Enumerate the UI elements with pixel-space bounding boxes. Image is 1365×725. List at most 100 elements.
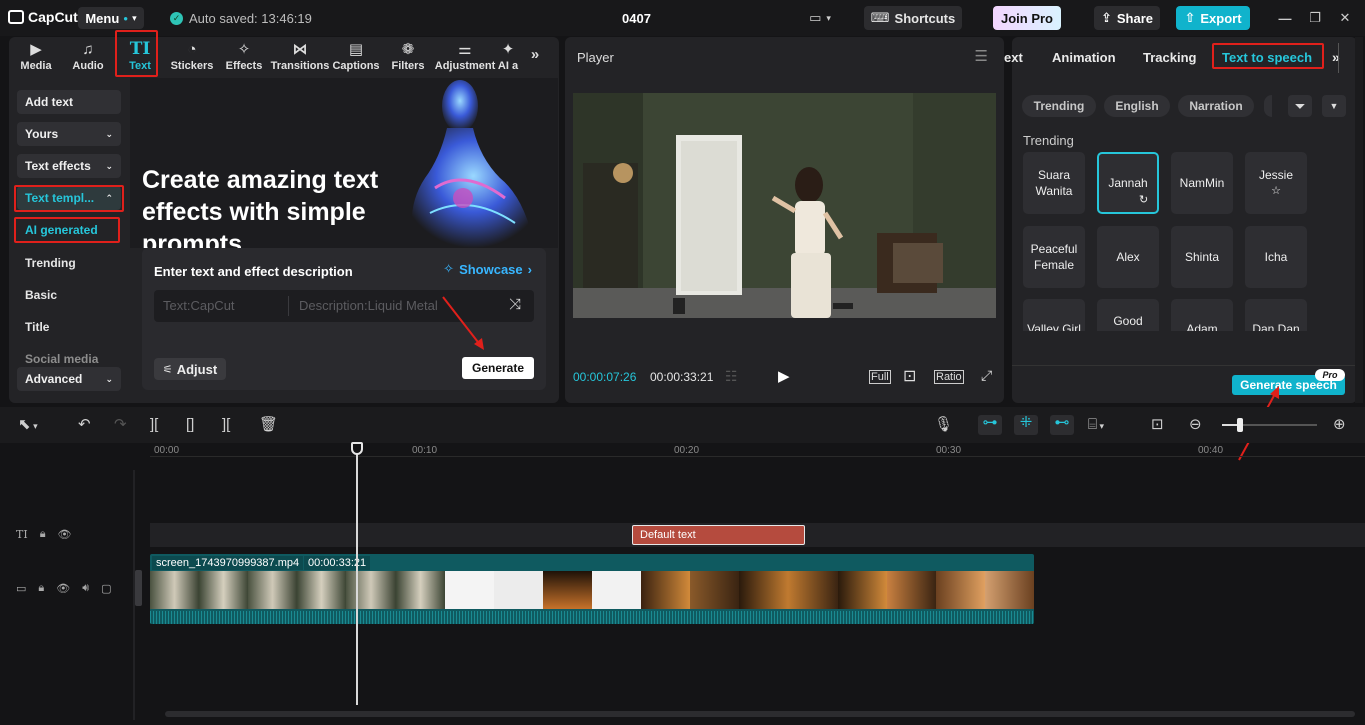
filter-chip-english[interactable]: English (1104, 95, 1170, 117)
capcut-logo: CapCut (8, 9, 78, 25)
preview-axis-icon[interactable]: ⌸ ▾ (1088, 417, 1104, 434)
select-tool-icon[interactable]: ⬉ ▾ (18, 417, 38, 434)
tab-effects[interactable]: ✧ Effects (218, 36, 270, 76)
timeline-ruler[interactable]: 00:00 00:10 00:20 00:30 00:40 (150, 443, 1365, 457)
voice-adam[interactable]: Adam (1171, 299, 1233, 331)
join-pro-button[interactable]: Join Pro (993, 6, 1061, 30)
cover-handle[interactable] (135, 570, 142, 606)
fit-timeline-icon[interactable]: ⊡ (1151, 417, 1164, 433)
tab-animation[interactable]: Animation (1052, 50, 1116, 65)
zoom-out-icon[interactable]: ⊖ (1189, 417, 1202, 433)
add-text-button[interactable]: Add text (17, 90, 121, 114)
sidebar-item-trending[interactable]: Trending (25, 256, 76, 270)
split-left-icon[interactable]: [] (186, 417, 194, 433)
close-button[interactable]: ✕ (1336, 6, 1354, 30)
text-input[interactable]: Text:CapCut (163, 298, 235, 313)
sidebar-item-title[interactable]: Title (25, 320, 49, 334)
menu-button[interactable]: Menu ● ▾ (78, 7, 144, 29)
lock-icon[interactable]: 🔒︎ (40, 528, 46, 541)
showcase-link[interactable]: ✧ Showcase › (443, 261, 532, 277)
voice-nammin[interactable]: NamMin (1171, 152, 1233, 214)
voice-shinta[interactable]: Shinta (1171, 226, 1233, 288)
video-preview[interactable] (573, 93, 996, 318)
adjust-button[interactable]: ⚟ Adjust (154, 358, 226, 380)
tab-filters[interactable]: ❁ Filters (382, 36, 434, 76)
play-button[interactable]: ▶ (778, 367, 790, 385)
filter-chip-more[interactable] (1264, 95, 1272, 117)
text-effects-dropdown[interactable]: Text effects ⌄ (17, 154, 121, 178)
linkage-icon[interactable]: ⊷ (1050, 415, 1074, 435)
sidebar-item-basic[interactable]: Basic (25, 288, 57, 302)
zoom-slider-handle[interactable] (1237, 418, 1243, 432)
generate-button[interactable]: Generate (462, 357, 534, 379)
tab-audio[interactable]: ♫ Audio (62, 36, 114, 76)
voice-dan-dan[interactable]: Dan Dan (1245, 299, 1307, 331)
eye-icon[interactable]: 👁︎ (56, 582, 70, 595)
timeline-grid-icon[interactable]: ☷ (725, 368, 738, 385)
tab-text-partial[interactable]: ext (1004, 50, 1023, 65)
chevron-down-icon[interactable]: ▼ (1322, 95, 1346, 117)
timeline-scrollbar[interactable] (165, 711, 1355, 717)
ratio-button[interactable]: Ratio (934, 370, 964, 384)
project-title[interactable]: 0407 (622, 11, 651, 26)
voice-good[interactable]: Good (1097, 299, 1159, 331)
shortcuts-button[interactable]: ⌨ Shortcuts (864, 6, 962, 30)
screenshot-icon[interactable]: ⊡ (903, 366, 916, 386)
prompt-title: Enter text and effect description (154, 264, 353, 279)
advanced-dropdown[interactable]: Advanced ⌄ (17, 367, 121, 391)
tab-stickers[interactable]: ◔ Stickers (166, 36, 218, 76)
video-clip[interactable]: screen_1743970999387.mp4 00:00:33:21 (150, 554, 1034, 624)
voice-suara-wanita[interactable]: Suara Wanita (1023, 152, 1085, 214)
lock-icon[interactable]: 🔒︎ (38, 582, 44, 595)
tab-ai[interactable]: ✦ AI a (496, 36, 520, 76)
undo-icon[interactable]: ↶ (78, 417, 91, 433)
full-button[interactable]: Full (869, 370, 891, 384)
voice-valley-girl[interactable]: Valley Girl (1023, 299, 1085, 331)
tab-adjustment[interactable]: ⚌ Adjustment (434, 36, 496, 76)
section-title: Trending (1023, 133, 1074, 148)
text-clip[interactable]: Default text (632, 525, 805, 545)
redo-icon[interactable]: ↷ (114, 417, 127, 433)
voice-jannah[interactable]: Jannah ↻ (1097, 152, 1159, 214)
sidebar-item-social-media[interactable]: Social media (25, 352, 98, 366)
fullscreen-icon[interactable]: ⤢ (981, 367, 992, 384)
voice-jessie[interactable]: Jessie ☆ (1245, 152, 1307, 214)
delete-icon[interactable]: 🗑 (259, 417, 278, 433)
tab-transitions[interactable]: ⋈ Transitions (270, 36, 330, 76)
player-title: Player (577, 50, 614, 65)
auto-snap-icon[interactable]: ⁜ (1014, 415, 1038, 435)
cover-icon[interactable]: ▢ (101, 582, 111, 595)
playhead[interactable] (356, 443, 358, 705)
filter-chip-trending[interactable]: Trending (1022, 95, 1096, 117)
microphone-icon[interactable]: 🎙 (934, 417, 953, 433)
layout-button[interactable]: ▭ ▾ (800, 6, 840, 30)
share-button[interactable]: ⇪ Share (1094, 6, 1160, 30)
playhead-handle[interactable] (351, 442, 363, 455)
minimize-button[interactable]: — (1276, 6, 1294, 30)
tab-tracking[interactable]: Tracking (1143, 50, 1196, 65)
split-icon[interactable]: ][ (150, 417, 158, 433)
voice-icha[interactable]: Icha (1245, 226, 1307, 288)
filter-chip-narration[interactable]: Narration (1178, 95, 1254, 117)
tab-captions[interactable]: ▤ Captions (330, 36, 382, 76)
yours-dropdown[interactable]: Yours ⌄ (17, 122, 121, 146)
eye-icon[interactable]: 👁︎ (58, 528, 72, 541)
voice-alex[interactable]: Alex (1097, 226, 1159, 288)
right-panel-scrollbar[interactable] (1355, 37, 1363, 403)
check-circle-icon: ✓ (170, 12, 183, 25)
shuffle-icon[interactable]: ⤨ (509, 296, 521, 313)
split-right-icon[interactable]: ][ (222, 417, 230, 433)
volume-icon[interactable]: 🔊︎ (82, 582, 89, 595)
maximize-button[interactable]: ❐ (1306, 6, 1324, 30)
description-input[interactable]: Description:Liquid Metal (299, 298, 438, 313)
tab-media[interactable]: ▶ Media (10, 36, 62, 76)
video-file-name: screen_1743970999387.mp4 (152, 556, 304, 570)
ruler-tick: 00:40 (1198, 445, 1224, 456)
zoom-in-icon[interactable]: ⊕ (1333, 417, 1346, 433)
voice-peaceful-female[interactable]: Peaceful Female (1023, 226, 1085, 288)
hamburger-icon[interactable]: ☰ (975, 47, 988, 65)
filter-icon[interactable]: ⏷ (1288, 95, 1312, 117)
export-button[interactable]: ⇧ Export (1176, 6, 1250, 30)
main-track-magnet-icon[interactable]: ⊶ (978, 415, 1002, 435)
more-tools-button[interactable]: » (520, 36, 550, 76)
